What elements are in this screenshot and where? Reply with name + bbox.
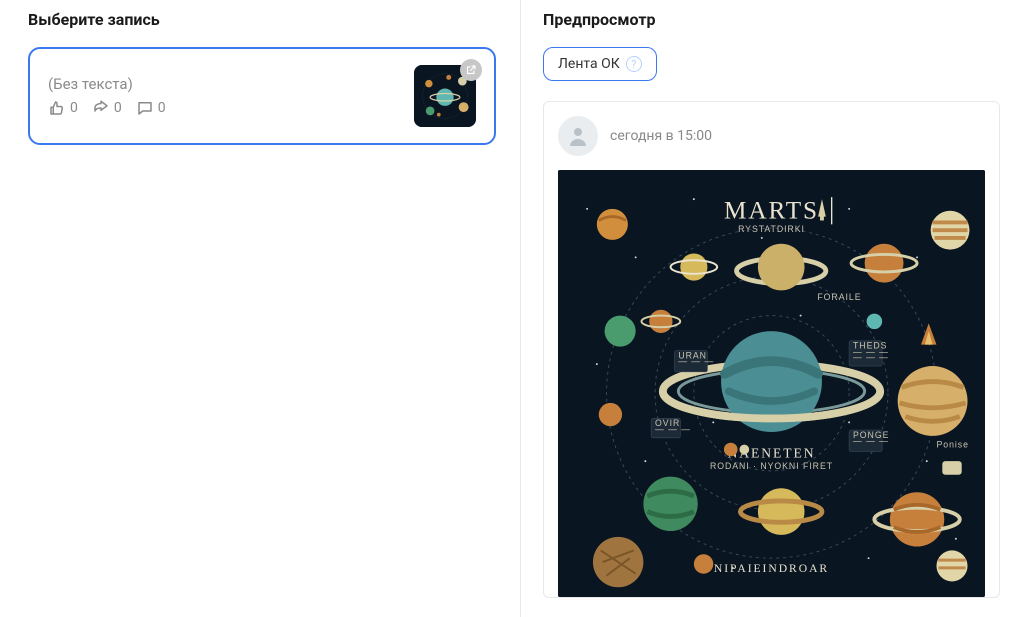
svg-text:— — —: — — — xyxy=(853,352,889,362)
svg-text:— — —: — — — xyxy=(853,436,889,446)
svg-text:NIPAIEINDROAR: NIPAIEINDROAR xyxy=(714,562,829,575)
comment-icon xyxy=(136,99,154,117)
svg-text:Ponise: Ponise xyxy=(936,440,968,450)
svg-text:RYSTATDIRKI: RYSTATDIRKI xyxy=(738,224,805,234)
record-placeholder-text: (Без текста) xyxy=(48,75,402,93)
select-record-pane: Выберите запись (Без текста) 0 0 0 xyxy=(0,0,520,617)
planets-illustration: MARTS RYSTATDIRKI NAENETEN xyxy=(558,170,985,597)
record-thumbnail-wrap xyxy=(414,65,476,127)
svg-text:RODANI · NYOKNI FIRET: RODANI · NYOKNI FIRET xyxy=(710,461,833,471)
feed-ok-chip[interactable]: Лента ОК ? xyxy=(543,47,657,81)
svg-text:— — —: — — — xyxy=(655,424,691,434)
feed-ok-chip-label: Лента ОК xyxy=(558,56,620,72)
svg-text:— — —: — — — xyxy=(678,356,714,366)
preview-card: сегодня в 15:00 MARTS RYSTATDIR xyxy=(543,101,1000,598)
preview-title: Предпросмотр xyxy=(543,10,1000,29)
share-arrow-icon xyxy=(92,99,110,117)
illustration-title: MARTS xyxy=(724,198,819,225)
preview-pane: Предпросмотр Лента ОК ? сегодня в 15:00 xyxy=(520,0,1024,617)
external-link-icon xyxy=(465,64,477,76)
svg-text:FORAILE: FORAILE xyxy=(817,292,861,302)
post-timestamp: сегодня в 15:00 xyxy=(610,128,712,144)
likes-count: 0 xyxy=(48,99,78,117)
thumbs-up-icon xyxy=(48,99,66,117)
help-icon[interactable]: ? xyxy=(626,56,642,72)
record-counts: 0 0 0 xyxy=(48,99,402,117)
avatar xyxy=(558,116,598,156)
record-card[interactable]: (Без текста) 0 0 0 xyxy=(28,47,496,145)
preview-image: MARTS RYSTATDIRKI NAENETEN xyxy=(558,170,985,597)
external-link-badge[interactable] xyxy=(460,59,482,81)
shares-count: 0 xyxy=(92,99,122,117)
person-icon xyxy=(566,124,590,148)
select-record-title: Выберите запись xyxy=(28,10,496,29)
preview-header: сегодня в 15:00 xyxy=(558,116,985,156)
record-meta: (Без текста) 0 0 0 xyxy=(48,75,402,117)
comments-count: 0 xyxy=(136,99,166,117)
